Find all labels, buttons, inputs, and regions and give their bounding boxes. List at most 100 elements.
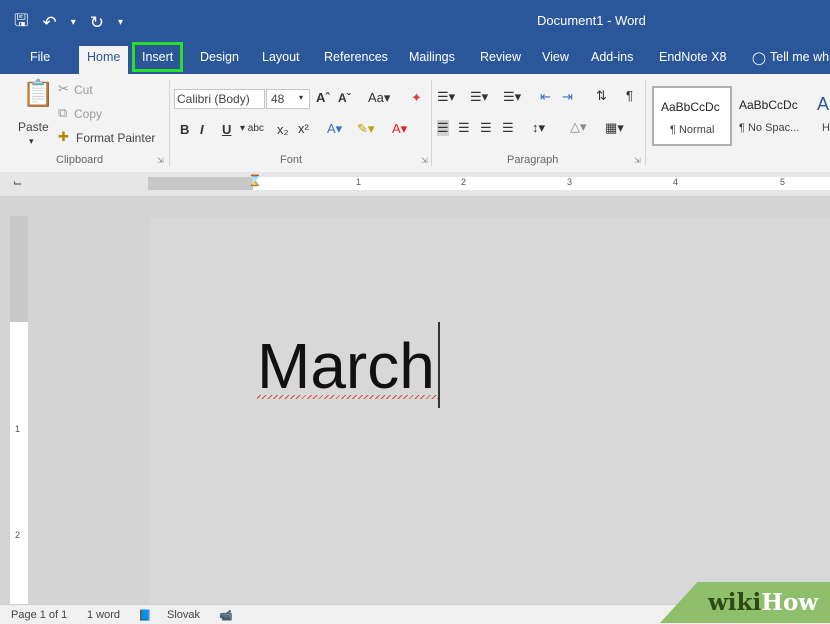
multilevel-list-icon[interactable]: ☰▾ [503, 89, 521, 105]
tab-view[interactable]: View [542, 50, 569, 64]
copy-icon[interactable]: ⧉ [58, 105, 67, 121]
chevron-down-icon: ▾ [299, 93, 304, 102]
undo-icon[interactable]: ↶ [42, 13, 56, 33]
tell-me-search[interactable]: Tell me wh [770, 50, 829, 64]
paste-button[interactable]: Paste [18, 120, 49, 134]
separator [431, 80, 432, 166]
indent-marker-icon[interactable]: ⌛ [248, 174, 262, 187]
document-page[interactable] [150, 218, 830, 604]
tab-addins[interactable]: Add-ins [591, 50, 633, 64]
increase-indent-icon[interactable]: ⇥ [562, 89, 573, 105]
font-color-icon[interactable]: A▾ [392, 121, 407, 137]
strikethrough-icon[interactable]: ▾ abc [240, 123, 264, 134]
ruler-bar: ⌙ ⌛ 1 2 3 4 5 [0, 172, 830, 197]
redo-icon[interactable]: ↻ [90, 13, 104, 33]
text-cursor [438, 322, 440, 408]
style-heading[interactable]: A H [814, 86, 830, 146]
style-name: ¶ No Spac... [739, 122, 800, 134]
italic-icon[interactable]: I [200, 122, 204, 137]
ruler-number: 2 [461, 177, 467, 187]
ruler-number: 3 [567, 177, 573, 187]
tab-file[interactable]: File [30, 50, 50, 64]
separator [169, 80, 170, 166]
ruler-margin [148, 177, 253, 190]
shading-icon[interactable]: △▾ [570, 119, 587, 135]
bullets-icon[interactable]: ☰▾ [437, 89, 455, 105]
ruler-number: 2 [15, 530, 21, 540]
ribbon-tabs: File Home Insert Design Layout Reference… [0, 42, 830, 74]
proofing-icon[interactable]: 📘 [138, 609, 152, 622]
change-case-icon[interactable]: Aa▾ [368, 90, 390, 106]
subscript-icon[interactable]: x₂ [277, 122, 289, 137]
align-center-icon[interactable]: ☰ [458, 120, 470, 136]
decrease-indent-icon[interactable]: ⇤ [540, 89, 551, 105]
ribbon-home: 📋 Paste ▾ ✂ Cut ⧉ Copy ✚ Format Painter … [0, 74, 830, 173]
page-count[interactable]: Page 1 of 1 [11, 609, 67, 621]
save-icon[interactable]: 🖫 [14, 8, 28, 37]
separator [645, 80, 646, 166]
title-bar: 🖫 ↶ ▾ ↻ ▾ Document1 - Word [0, 0, 830, 42]
horizontal-ruler[interactable]: ⌛ 1 2 3 4 5 [148, 174, 830, 190]
font-name-value: Calibri (Body) [177, 92, 250, 106]
style-preview: A [817, 94, 830, 114]
style-normal[interactable]: AaBbCcDc ¶ Normal [652, 86, 732, 146]
show-formatting-icon[interactable]: ¶ [626, 88, 633, 103]
tab-layout[interactable]: Layout [262, 50, 300, 64]
style-preview: AaBbCcDc [661, 100, 720, 114]
quick-access-toolbar: 🖫 ↶ ▾ ↻ ▾ [14, 8, 123, 37]
customize-qat-icon[interactable]: ▾ [118, 17, 123, 28]
sort-icon[interactable]: ⇅ [596, 88, 607, 104]
borders-icon[interactable]: ▦▾ [605, 120, 624, 136]
shrink-font-icon[interactable]: Aˇ [338, 91, 351, 105]
document-title: Document1 - Word [537, 13, 646, 28]
cut-button[interactable]: Cut [74, 83, 93, 97]
style-preview: AaBbCcDc [739, 98, 798, 112]
grow-font-icon[interactable]: Aˆ [316, 90, 330, 105]
paragraph-launcher-icon[interactable]: ⇲ [634, 156, 641, 165]
macro-recording-icon[interactable]: 📹 [219, 609, 233, 622]
clipboard-launcher-icon[interactable]: ⇲ [157, 156, 164, 165]
word-count[interactable]: 1 word [87, 609, 120, 621]
tab-endnote[interactable]: EndNote X8 [659, 50, 726, 64]
line-spacing-icon[interactable]: ↕▾ [532, 120, 545, 136]
tab-home[interactable]: Home [79, 46, 129, 74]
paste-icon[interactable]: 📋 [22, 78, 54, 109]
format-painter-button[interactable]: Format Painter [76, 131, 155, 145]
ruler-number: 1 [15, 424, 21, 434]
align-right-icon[interactable]: ☰ [480, 120, 492, 136]
tab-selector-icon[interactable]: ⌙ [13, 176, 22, 189]
language[interactable]: Slovak [167, 609, 200, 621]
numbering-icon[interactable]: ☰▾ [470, 89, 488, 105]
ruler-margin [10, 216, 28, 322]
tab-references[interactable]: References [324, 50, 388, 64]
format-painter-icon[interactable]: ✚ [58, 129, 69, 145]
font-size-value: 48 [271, 92, 285, 106]
justify-icon[interactable]: ☰ [502, 120, 514, 136]
font-group-label: Font [280, 154, 303, 166]
undo-dropdown-icon[interactable]: ▾ [71, 17, 76, 28]
tab-design[interactable]: Design [200, 50, 239, 64]
wikihow-logo: wikiHow [708, 589, 819, 616]
highlight-color-icon[interactable]: ✎▾ [357, 121, 374, 137]
tab-insert[interactable]: Insert [132, 42, 184, 72]
paste-dropdown-icon[interactable]: ▾ [29, 136, 34, 147]
vertical-ruler[interactable]: 1 2 [10, 216, 28, 604]
ruler-number: 4 [673, 177, 679, 187]
align-left-icon[interactable]: ☰ [437, 120, 449, 136]
tab-review[interactable]: Review [480, 50, 521, 64]
document-text[interactable]: March [257, 326, 435, 406]
ruler-number: 5 [780, 177, 786, 187]
font-launcher-icon[interactable]: ⇲ [421, 156, 428, 165]
underline-icon[interactable]: U [222, 122, 231, 137]
bold-icon[interactable]: B [180, 122, 189, 137]
superscript-icon[interactable]: x² [298, 121, 309, 136]
cut-icon[interactable]: ✂ [58, 81, 69, 97]
copy-button[interactable]: Copy [74, 107, 102, 121]
clipboard-group-label: Clipboard [56, 154, 104, 166]
text-effects-icon[interactable]: A▾ [327, 121, 342, 137]
font-size-dropdown[interactable]: 48 ▾ [266, 89, 310, 109]
clear-formatting-icon[interactable]: ✦ [411, 90, 422, 106]
tab-mailings[interactable]: Mailings [409, 50, 455, 64]
font-name-dropdown[interactable]: Calibri (Body) [174, 89, 265, 109]
style-no-spacing[interactable]: AaBbCcDc ¶ No Spac... [735, 86, 815, 146]
